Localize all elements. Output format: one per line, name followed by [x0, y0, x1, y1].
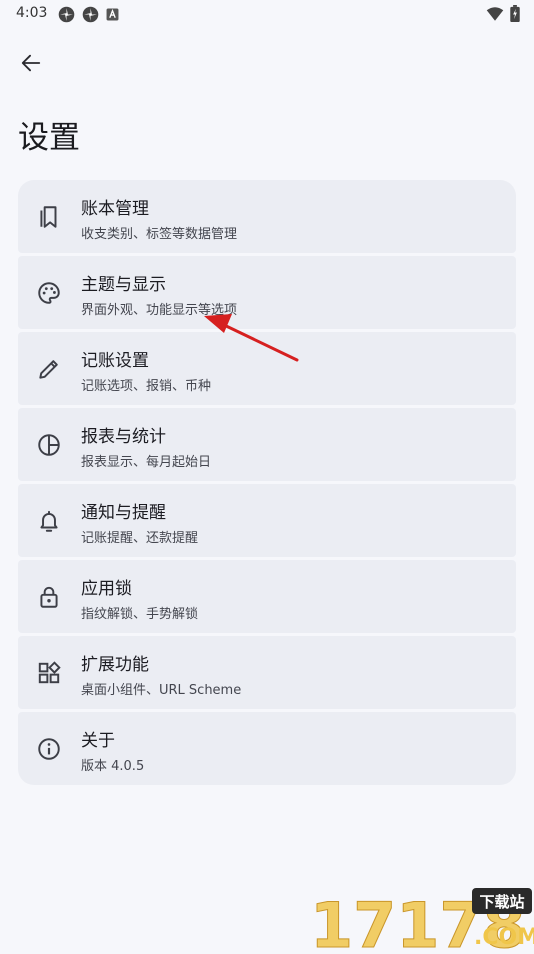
settings-list: 账本管理 收支类别、标签等数据管理 主题与显示 界面外观、功能显示等选项 记账设… [18, 180, 516, 788]
battery-icon [510, 5, 520, 22]
settings-item-theme[interactable]: 主题与显示 界面外观、功能显示等选项 [18, 256, 516, 329]
settings-item-subtitle: 收支类别、标签等数据管理 [81, 227, 238, 242]
settings-item-title: 关于 [81, 731, 115, 751]
pinwheel-icon [58, 6, 75, 23]
settings-item-subtitle: 指纹解锁、手势解锁 [81, 607, 199, 622]
settings-item-subtitle: 记账提醒、还款提醒 [81, 531, 199, 546]
settings-item-subtitle: 界面外观、功能显示等选项 [81, 303, 238, 318]
settings-item-app-lock[interactable]: 应用锁 指纹解锁、手势解锁 [18, 560, 516, 633]
status-time: 4:03 [16, 5, 48, 21]
app-a-icon [106, 8, 119, 21]
settings-item-extensions[interactable]: 扩展功能 桌面小组件、URL Scheme [18, 636, 516, 709]
info-icon [38, 738, 60, 760]
wifi-icon [486, 6, 504, 21]
arrow-left-icon [21, 54, 41, 72]
settings-item-about[interactable]: 关于 版本 4.0.5 [18, 712, 516, 785]
settings-item-subtitle: 记账选项、报销、币种 [81, 379, 212, 394]
settings-item-title: 主题与显示 [81, 275, 166, 295]
pie-chart-icon [38, 434, 60, 456]
page-title: 设置 [18, 120, 80, 156]
palette-icon [38, 282, 60, 304]
svg-text:下载站: 下载站 [479, 893, 524, 911]
settings-item-subtitle: 报表显示、每月起始日 [81, 455, 212, 470]
bell-icon [40, 510, 58, 532]
status-bar: 4:03 [0, 0, 534, 28]
pencil-icon [39, 360, 58, 379]
back-button[interactable] [14, 46, 48, 80]
book-icon [40, 206, 57, 228]
settings-item-title: 通知与提醒 [81, 503, 166, 523]
settings-item-ledger[interactable]: 账本管理 收支类别、标签等数据管理 [18, 180, 516, 253]
settings-item-title: 记账设置 [81, 351, 149, 371]
settings-item-title: 报表与统计 [81, 427, 166, 447]
settings-item-notifications[interactable]: 通知与提醒 记账提醒、还款提醒 [18, 484, 516, 557]
widgets-icon [38, 661, 61, 684]
settings-item-title: 扩展功能 [81, 655, 149, 675]
pinwheel-icon [82, 6, 99, 23]
watermark-logo: 17178 下载站 .COM [310, 884, 534, 954]
status-notification-icons [58, 6, 119, 23]
settings-item-subtitle: 桌面小组件、URL Scheme [81, 683, 242, 698]
settings-item-reports[interactable]: 报表与统计 报表显示、每月起始日 [18, 408, 516, 481]
settings-item-title: 账本管理 [81, 199, 149, 219]
status-system-icons [486, 5, 520, 22]
lock-icon [40, 586, 58, 608]
settings-item-title: 应用锁 [81, 579, 132, 599]
settings-item-subtitle: 版本 4.0.5 [81, 759, 145, 774]
settings-item-bookkeeping[interactable]: 记账设置 记账选项、报销、币种 [18, 332, 516, 405]
svg-text:.COM: .COM [474, 925, 534, 950]
